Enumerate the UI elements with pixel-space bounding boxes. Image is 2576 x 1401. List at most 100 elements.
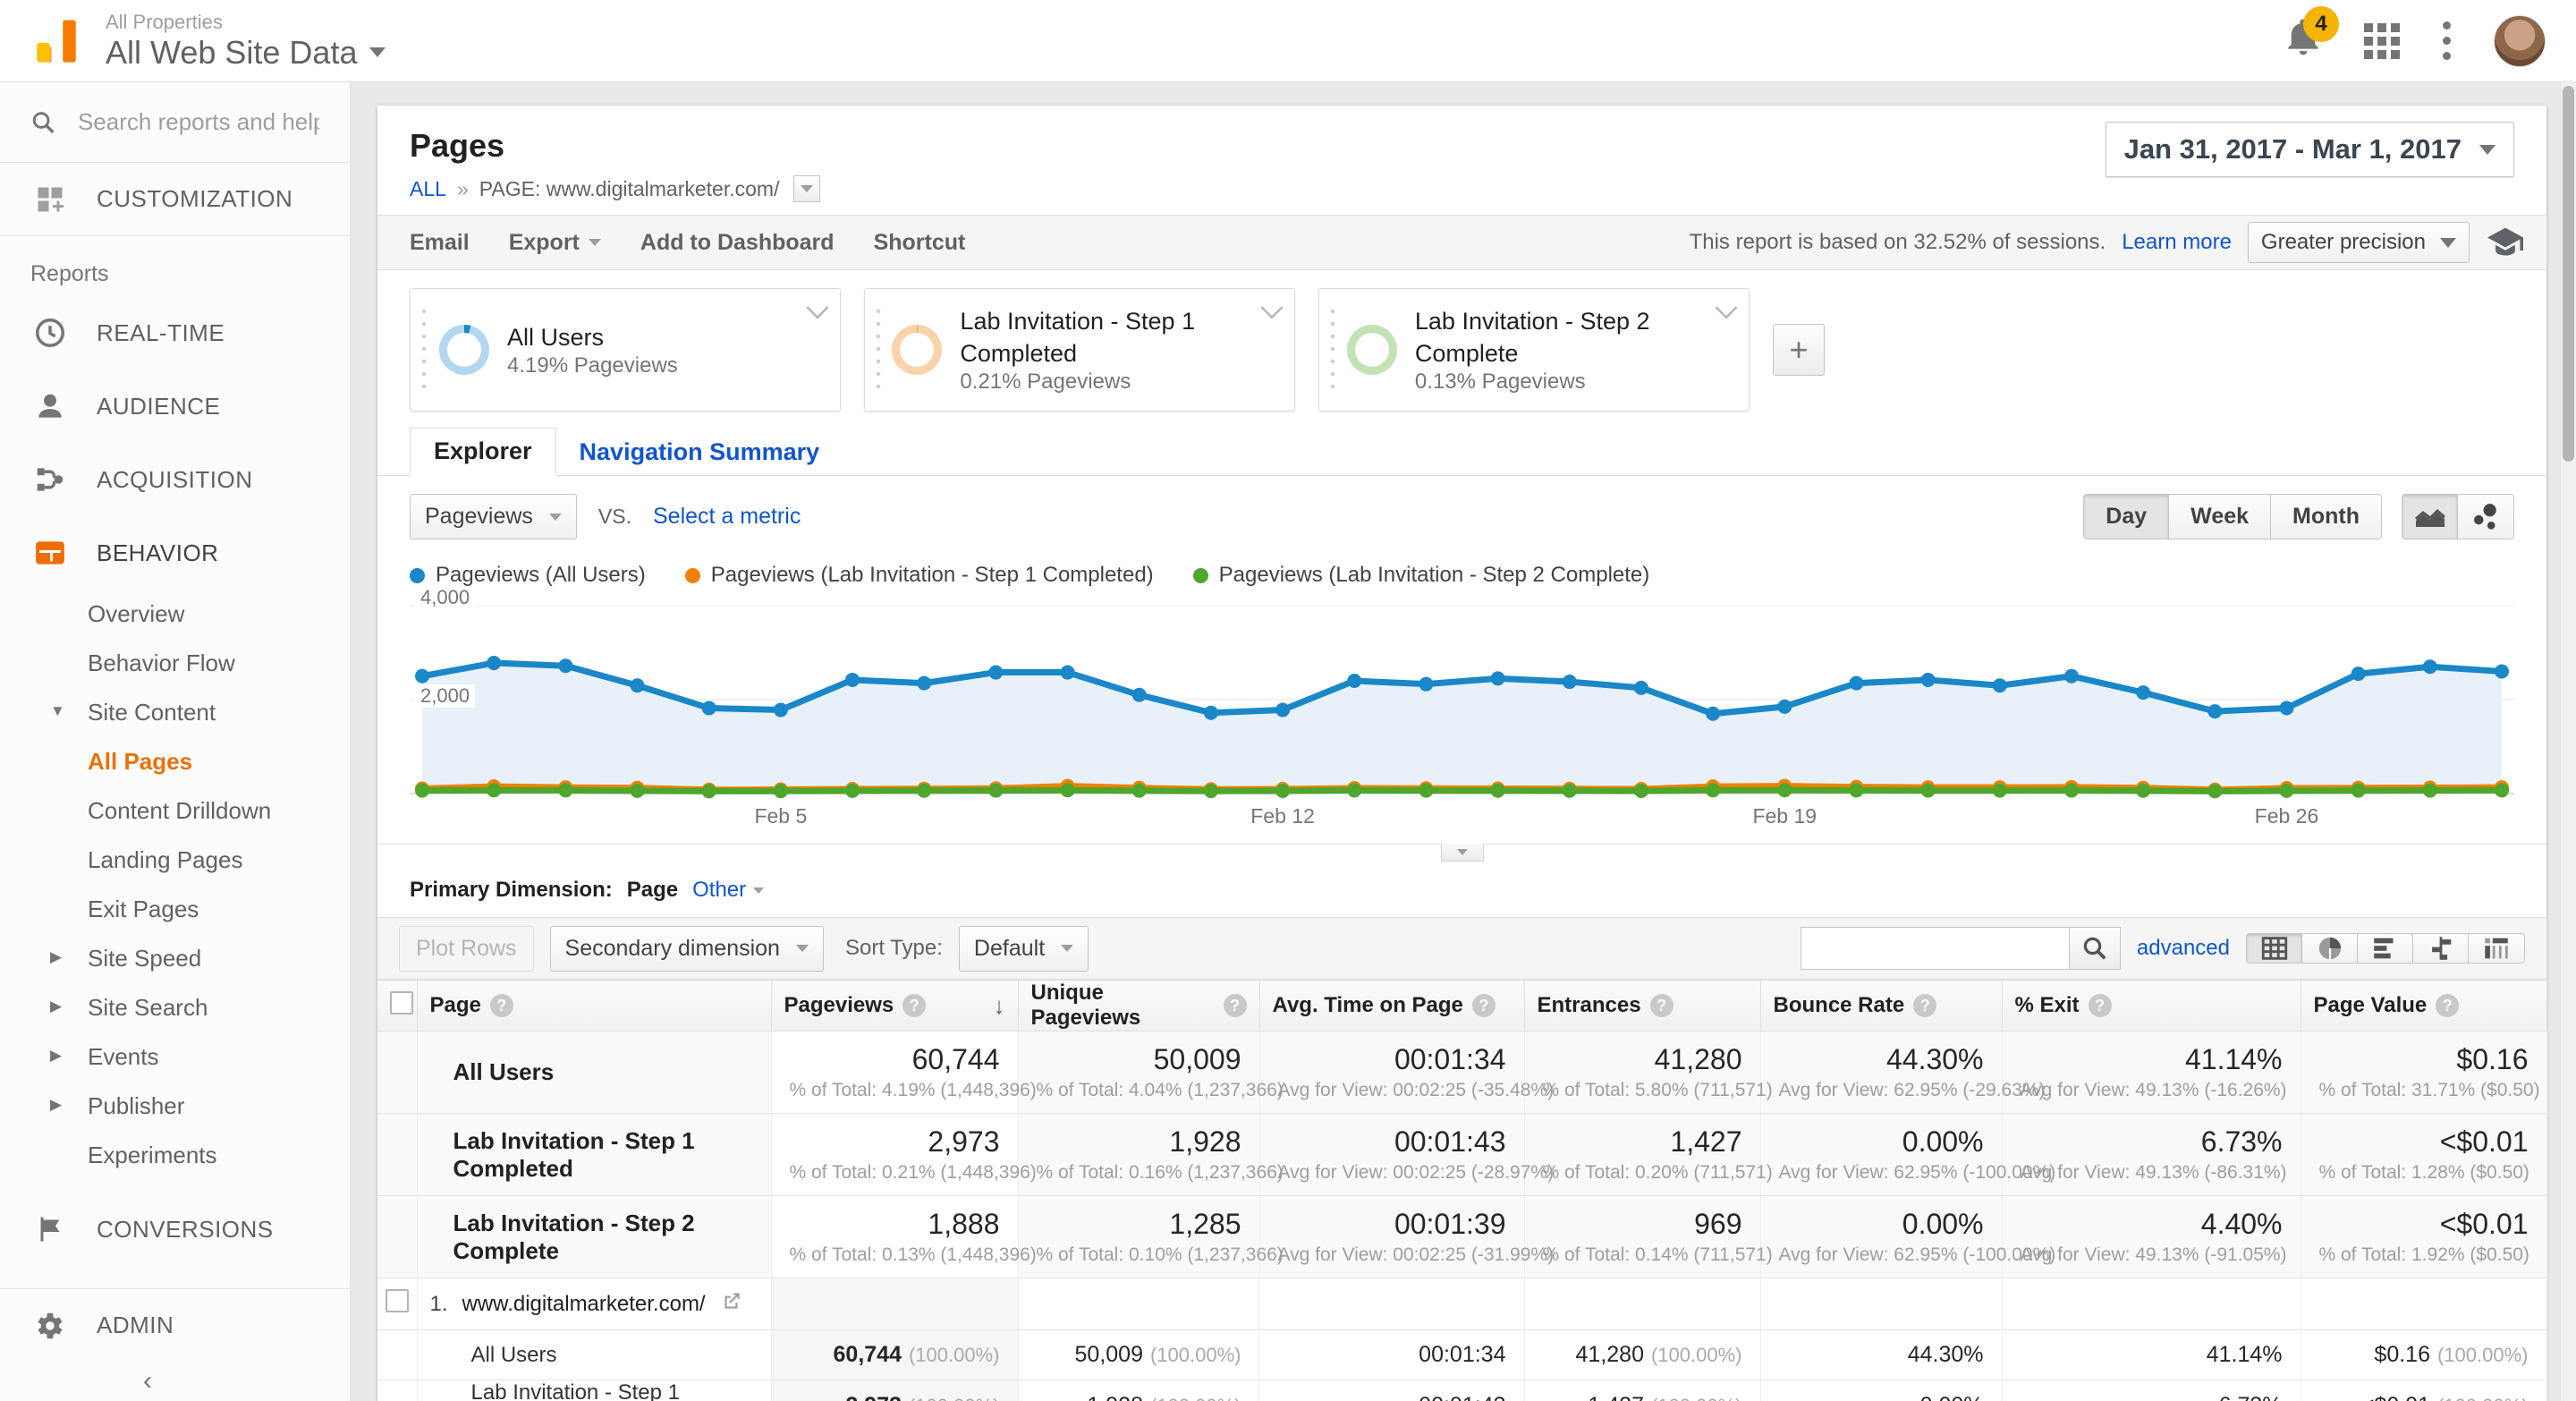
help-icon[interactable]: ? [2088, 994, 2112, 1017]
property-switcher[interactable]: All Properties All Web Site Data [106, 11, 386, 72]
help-icon[interactable]: ? [489, 994, 513, 1017]
motion-chart-button[interactable] [2458, 495, 2513, 539]
breadcrumb-dropdown-button[interactable] [793, 175, 821, 202]
sidebar-collapse-button[interactable]: ‹ [0, 1362, 350, 1401]
help-icon[interactable]: ? [1913, 994, 1937, 1017]
secondary-dimension-select[interactable]: Secondary dimension [549, 925, 824, 972]
graduation-cap-icon[interactable] [2486, 225, 2525, 260]
legend-item: Pageviews (Lab Invitation - Step 1 Compl… [684, 563, 1154, 588]
tab-navigation-summary[interactable]: Navigation Summary [556, 429, 843, 475]
sidebar-item-customization[interactable]: CUSTOMIZATION [0, 163, 350, 236]
notifications-button[interactable]: 4 [2285, 6, 2339, 63]
sidebar-item-exit-pages[interactable]: Exit Pages [0, 885, 350, 934]
sidebar-item-audience[interactable]: AUDIENCE [0, 369, 350, 443]
sort-type-select[interactable]: Default [958, 925, 1089, 972]
sidebar-item-site-content[interactable]: ▼ Site Content [0, 688, 350, 737]
pivot-view-button[interactable] [2469, 934, 2524, 963]
email-button[interactable]: Email [410, 230, 470, 256]
column-header-content[interactable]: Page Value? [2314, 993, 2534, 1018]
export-button[interactable]: Export [509, 230, 601, 256]
granularity-day-button[interactable]: Day [2084, 495, 2170, 539]
page-url-link[interactable]: www.digitalmarketer.com/ [462, 1292, 706, 1317]
search-input[interactable] [78, 108, 319, 136]
sidebar-item-experiments[interactable]: Experiments [0, 1131, 350, 1180]
expand-closed-icon[interactable]: ▶ [50, 1047, 62, 1065]
advanced-link[interactable]: advanced [2137, 936, 2230, 961]
primary-dimension-page[interactable]: Page [627, 878, 678, 903]
column-header-content[interactable]: Pageviews? ↓ [784, 992, 1005, 1020]
sidebar-item-overview[interactable]: Overview [0, 590, 350, 639]
help-icon[interactable]: ? [1471, 994, 1496, 1017]
column-header-content[interactable]: Bounce Rate? [1774, 993, 1989, 1018]
user-avatar[interactable] [2494, 14, 2546, 67]
more-menu-icon[interactable] [2443, 21, 2451, 60]
table-view-button[interactable] [2247, 934, 2302, 963]
table-search-input[interactable] [1800, 927, 2069, 970]
precision-selector[interactable]: Greater precision [2247, 222, 2470, 263]
sidebar-item-events[interactable]: ▶ Events [0, 1032, 350, 1082]
sidebar-item-behavior-flow[interactable]: Behavior Flow [0, 639, 350, 688]
comparison-view-button[interactable] [2413, 934, 2469, 963]
timeseries-chart: 4,000 2,000 Feb 5 Feb 12 Feb 19 Feb 26 [410, 586, 2514, 844]
drag-handle-icon[interactable] [1326, 305, 1338, 395]
column-header-content[interactable]: Entrances? [1538, 993, 1748, 1018]
sidebar-item-all-pages[interactable]: All Pages [0, 737, 350, 786]
sidebar-item-admin[interactable]: ADMIN [0, 1288, 350, 1362]
sidebar-item-conversions[interactable]: CONVERSIONS [0, 1193, 350, 1266]
sidebar-item-behavior[interactable]: BEHAVIOR [0, 516, 350, 590]
add-segment-button[interactable]: + [1773, 324, 1825, 376]
external-link-icon[interactable] [720, 1289, 743, 1319]
percentage-view-button[interactable] [2302, 934, 2358, 963]
plot-rows-button[interactable]: Plot Rows [399, 925, 534, 972]
sort-descending-icon[interactable]: ↓ [994, 992, 1005, 1020]
sidebar-item-site-speed[interactable]: ▶ Site Speed [0, 934, 350, 983]
learn-more-link[interactable]: Learn more [2122, 230, 2232, 255]
apps-grid-icon[interactable] [2364, 22, 2400, 59]
header-checkbox[interactable] [390, 990, 413, 1015]
help-icon[interactable]: ? [1223, 994, 1247, 1017]
chevron-down-icon[interactable] [806, 296, 829, 319]
date-range-selector[interactable]: Jan 31, 2017 - Mar 1, 2017 [2105, 122, 2514, 177]
google-analytics-logo-icon[interactable] [30, 15, 82, 67]
column-header-content[interactable]: Avg. Time on Page? [1273, 993, 1512, 1018]
date-range-value: Jan 31, 2017 - Mar 1, 2017 [2123, 133, 2462, 165]
scrollbar-thumb[interactable] [2563, 86, 2574, 462]
sidebar-item-realtime[interactable]: REAL-TIME [0, 296, 350, 369]
help-icon[interactable]: ? [1649, 994, 1674, 1017]
column-header-content[interactable]: Unique Pageviews? [1031, 981, 1247, 1031]
granularity-month-button[interactable]: Month [2271, 495, 2381, 539]
sidebar-item-site-search[interactable]: ▶ Site Search [0, 983, 350, 1032]
sidebar-search[interactable] [0, 82, 350, 163]
drag-handle-icon[interactable] [872, 305, 884, 395]
tab-explorer[interactable]: Explorer [410, 428, 556, 476]
column-header-content[interactable]: Page? [430, 993, 758, 1018]
expand-closed-icon[interactable]: ▶ [50, 1096, 62, 1114]
sidebar-item-landing-pages[interactable]: Landing Pages [0, 836, 350, 885]
table-search-button[interactable] [2068, 927, 2121, 970]
metric-select[interactable]: Pageviews [410, 494, 577, 539]
segment-card-0[interactable]: All Users 4.19% Pageviews [410, 288, 841, 412]
segment-card-2[interactable]: Lab Invitation - Step 2 Complete 0.13% Pa… [1318, 288, 1750, 412]
performance-view-button[interactable] [2358, 934, 2413, 963]
expand-closed-icon[interactable]: ▶ [50, 948, 62, 966]
add-to-dashboard-button[interactable]: Add to Dashboard [640, 230, 835, 256]
sidebar-item-acquisition[interactable]: ACQUISITION [0, 443, 350, 516]
primary-dimension-other[interactable]: Other [692, 878, 765, 903]
segment-card-1[interactable]: Lab Invitation - Step 1 Completed 0.21% P… [864, 288, 1295, 412]
sidebar-item-content-drilldown[interactable]: Content Drilldown [0, 786, 350, 836]
help-icon[interactable]: ? [902, 994, 927, 1017]
column-header-content[interactable]: % Exit? [2015, 993, 2288, 1018]
help-icon[interactable]: ? [2436, 994, 2460, 1017]
row-checkbox[interactable] [385, 1289, 409, 1312]
sidebar-item-publisher[interactable]: ▶ Publisher [0, 1082, 350, 1131]
breadcrumb-all-link[interactable]: ALL [410, 177, 446, 201]
expand-open-icon[interactable]: ▼ [50, 702, 65, 720]
expand-closed-icon[interactable]: ▶ [50, 998, 62, 1015]
shortcut-button[interactable]: Shortcut [874, 230, 966, 256]
window-scrollbar[interactable] [2560, 82, 2576, 1401]
chart-collapse-button[interactable] [1440, 844, 1484, 862]
select-a-metric-link[interactable]: Select a metric [653, 504, 801, 530]
line-chart-button[interactable] [2402, 495, 2458, 539]
drag-handle-icon[interactable] [418, 305, 430, 395]
granularity-week-button[interactable]: Week [2169, 495, 2272, 539]
